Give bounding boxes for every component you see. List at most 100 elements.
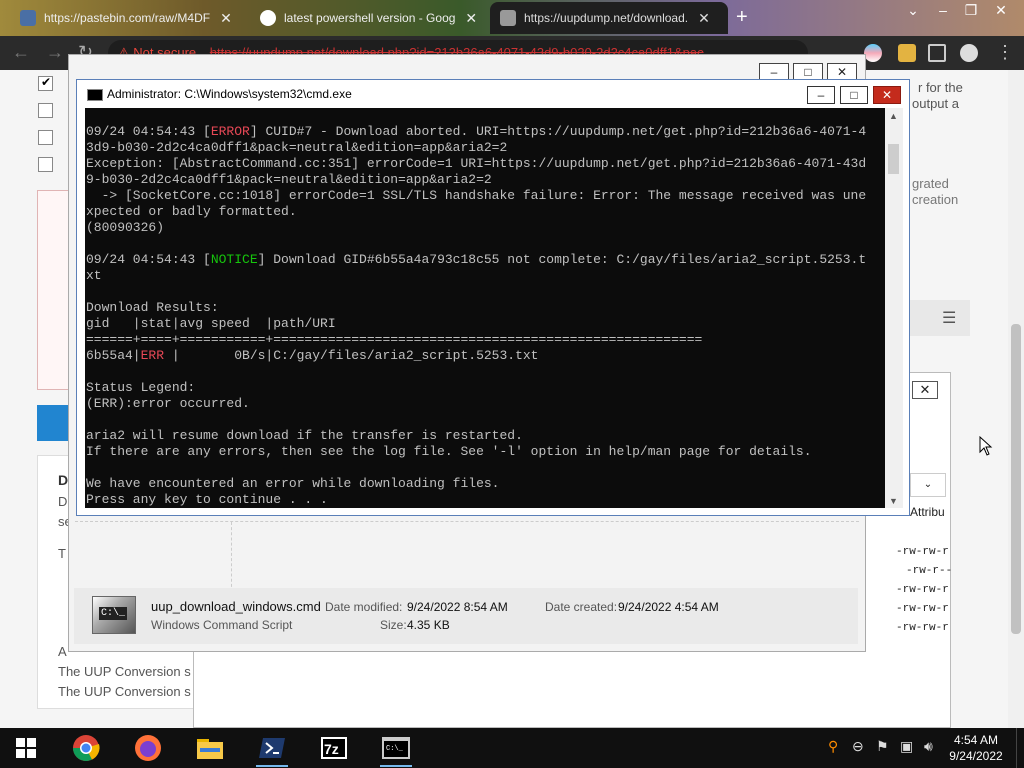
console-line: 6b55a4|ERR | 0B/s|C:/gay/files/aria2_scr…	[86, 348, 885, 364]
system-clock[interactable]: 4:54 AM 9/24/2022	[946, 732, 1006, 764]
browser-tab-bar: https://pastebin.com/raw/M4DF ✕ latest p…	[0, 0, 1024, 36]
back-icon[interactable]: ←	[12, 42, 30, 63]
close-button[interactable]: ✕	[873, 86, 901, 104]
console-line: ======+====+===========+================…	[86, 332, 885, 348]
console-text: ======+====+===========+================…	[86, 332, 703, 347]
minus-circle-icon[interactable]: ⊖	[852, 738, 864, 755]
column-header-attributes: Attribu	[910, 505, 945, 519]
console-text: xpected or badly formatted.	[86, 204, 297, 219]
taskbar-powershell[interactable]	[252, 732, 292, 767]
permission-text: -rw-rw-r	[896, 622, 949, 634]
tab-search-icon[interactable]: ⌄	[900, 2, 926, 19]
cmd-icon: C:\_	[382, 737, 410, 759]
close-tab-icon[interactable]: ✕	[465, 10, 477, 27]
taskbar-7zip[interactable]: 7z	[314, 732, 354, 764]
tab-uupdump[interactable]: https://uupdump.net/download. ✕	[490, 2, 728, 34]
console-text: NOTICE	[210, 252, 258, 267]
mouse-pointer-icon	[979, 436, 993, 456]
page-scrollbar[interactable]	[1008, 70, 1024, 728]
avatar[interactable]	[960, 44, 978, 62]
console-text: Status Legend:	[86, 380, 196, 395]
date-created-value: 9/24/2022 4:54 AM	[618, 600, 719, 614]
console-scrollbar[interactable]: ▲ ▼	[885, 108, 903, 508]
console-line: 09/24 04:54:43 [NOTICE] Download GID#6b5…	[86, 252, 885, 268]
checkbox-option[interactable]	[38, 157, 53, 172]
taskbar-chrome[interactable]	[66, 732, 106, 764]
flag-icon[interactable]: ⚑	[876, 738, 889, 755]
close-tab-icon[interactable]: ✕	[220, 10, 232, 27]
clock-date: 9/24/2022	[949, 749, 1003, 763]
tab-pastebin[interactable]: https://pastebin.com/raw/M4DF ✕	[10, 2, 248, 34]
console-line: 09/24 04:54:43 [ERROR] CUID#7 - Download…	[86, 124, 885, 140]
file-name: uup_download_windows.cmd	[151, 599, 321, 614]
network-icon[interactable]: ▣	[900, 738, 913, 755]
card-text: A	[58, 644, 67, 659]
search-icon[interactable]: ⚲	[828, 738, 838, 755]
windows-start-button[interactable]	[6, 732, 46, 764]
list-view-button[interactable]: ☰	[910, 300, 970, 336]
show-desktop-button[interactable]	[1016, 728, 1024, 768]
close-window-icon[interactable]: ✕	[988, 2, 1014, 19]
folder-icon	[197, 739, 223, 759]
minimize-icon[interactable]: –	[930, 2, 956, 18]
uupdump-favicon-icon	[500, 10, 516, 26]
console-output[interactable]: 09/24 04:54:43 [ERROR] CUID#7 - Download…	[85, 108, 885, 508]
permission-text: -rw-rw-r	[896, 584, 949, 596]
forward-icon[interactable]: →	[46, 42, 64, 63]
file-details-pane: uup_download_windows.cmd Windows Command…	[74, 588, 858, 644]
cmd-window[interactable]: Administrator: C:\Windows\system32\cmd.e…	[76, 79, 910, 516]
console-text: -> [SocketCore.cc:1018] errorCode=1 SSL/…	[86, 188, 867, 203]
profile-extension-icon[interactable]	[864, 44, 882, 62]
console-line: xpected or badly formatted.	[86, 204, 885, 220]
cmd-icon	[87, 89, 103, 101]
page-scrollbar-thumb[interactable]	[1011, 324, 1021, 634]
card-text: T	[58, 546, 66, 561]
maximize-button[interactable]: □	[840, 86, 868, 104]
close-tab-icon[interactable]: ✕	[698, 10, 710, 27]
checkbox-option[interactable]	[38, 130, 53, 145]
cmd-title-bar[interactable]: Administrator: C:\Windows\system32\cmd.e…	[77, 80, 909, 108]
console-line: If there are any errors, then see the lo…	[86, 444, 885, 460]
restore-icon[interactable]: ❐	[958, 2, 984, 19]
date-modified-label: Date modified:	[325, 600, 403, 614]
volume-icon[interactable]: 🔊︎	[924, 738, 933, 755]
taskbar-file-explorer[interactable]	[190, 732, 230, 764]
console-text: 6b55a4|	[86, 348, 141, 363]
file-type: Windows Command Script	[151, 618, 293, 632]
minimize-button[interactable]: –	[807, 86, 835, 104]
taskbar-firefox[interactable]	[128, 732, 168, 764]
console-text: Press any key to continue . . .	[86, 492, 328, 507]
new-tab-icon[interactable]: +	[736, 6, 748, 29]
console-line: xt	[86, 268, 885, 284]
console-line: -> [SocketCore.cc:1018] errorCode=1 SSL/…	[86, 188, 885, 204]
console-text: We have encountered an error while downl…	[86, 476, 500, 491]
console-line: (ERR):error occurred.	[86, 396, 885, 412]
console-scrollbar-thumb[interactable]	[888, 144, 899, 174]
menu-kebab-icon[interactable]: ⋮	[996, 42, 1014, 63]
console-line: Press any key to continue . . .	[86, 492, 885, 508]
close-icon[interactable]: ✕	[912, 381, 938, 399]
console-text: (ERR):error occurred.	[86, 396, 250, 411]
taskbar-cmd[interactable]: C:\_	[376, 732, 416, 767]
console-line: We have encountered an error while downl…	[86, 476, 885, 492]
dropdown-chevron-icon[interactable]: ⌄	[910, 473, 946, 497]
side-panel-icon[interactable]	[928, 44, 946, 62]
windows-logo-icon	[16, 738, 36, 758]
tab-google-search[interactable]: latest powershell version - Goog ✕	[250, 2, 488, 34]
tab-label: https://pastebin.com/raw/M4DF	[44, 11, 211, 25]
scroll-down-icon[interactable]: ▼	[889, 496, 898, 506]
checkbox-option[interactable]	[38, 103, 53, 118]
extensions-puzzle-icon[interactable]	[898, 44, 916, 62]
card-text: D	[58, 494, 68, 509]
console-text: 9-b030-2d2c4ca0dff1&pack=neutral&edition…	[86, 172, 492, 187]
size-value: 4.35 KB	[407, 618, 450, 632]
tab-label: latest powershell version - Goog	[284, 11, 456, 25]
console-text: xt	[86, 268, 102, 283]
date-modified-value: 9/24/2022 8:54 AM	[407, 600, 508, 614]
scroll-up-icon[interactable]: ▲	[889, 111, 898, 121]
checkbox-option[interactable]	[38, 75, 53, 91]
console-text: (80090326)	[86, 220, 165, 235]
